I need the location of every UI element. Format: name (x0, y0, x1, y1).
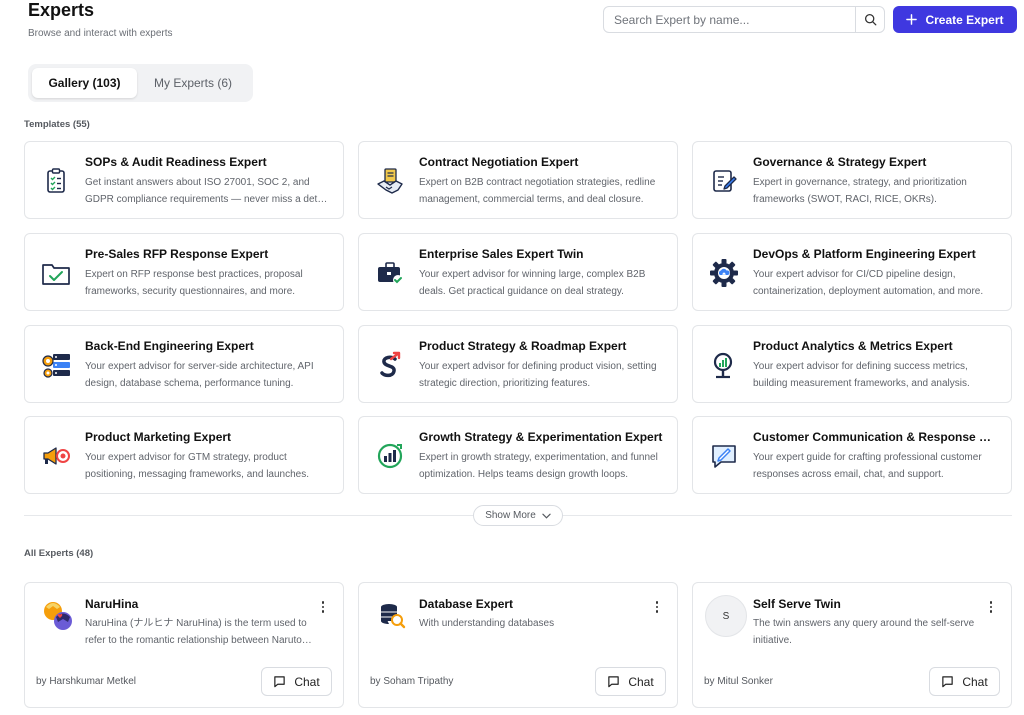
template-description: Your expert advisor for server-side arch… (85, 361, 314, 389)
expert-description: NaruHina (ナルヒナ NaruHina) is the term use… (85, 618, 307, 646)
template-title: SOPs & Audit Readiness Expert (85, 155, 267, 169)
template-description: Your expert advisor for winning large, c… (419, 269, 646, 297)
template-card-customer-communication[interactable]: Customer Communication & Response Expert… (692, 416, 1012, 494)
template-title: Growth Strategy & Experimentation Expert (419, 430, 663, 444)
growth-chart-icon (373, 439, 407, 473)
chat-bubble-icon (942, 676, 954, 688)
page-title: Experts (28, 0, 95, 20)
template-card-governance-strategy[interactable]: Governance & Strategy Expert Expert in g… (692, 141, 1012, 219)
create-expert-label: Create Expert (925, 12, 1004, 27)
expert-card-self-serve-twin[interactable]: S Self Serve Twin The twin answers any q… (692, 582, 1012, 708)
more-options-icon[interactable] (653, 599, 661, 615)
expert-card-naruhina[interactable]: NaruHina NaruHina (ナルヒナ NaruHina) is the… (24, 582, 344, 708)
naruhina-avatar-icon (37, 595, 79, 637)
expert-author: by Harshkumar Metkel (36, 676, 137, 687)
expert-author: by Soham Tripathy (370, 676, 454, 687)
template-description: Get instant answers about ISO 27001, SOC… (85, 177, 328, 205)
folder-check-icon (39, 256, 73, 290)
chat-bubble-icon (274, 676, 286, 688)
more-options-icon[interactable] (987, 599, 995, 615)
expert-author: by Mitul Sonker (704, 676, 773, 687)
expert-title: Self Serve Twin (753, 597, 841, 611)
chat-bubble-icon (608, 676, 620, 688)
analytics-magnifier-icon (707, 348, 741, 382)
page-header: Experts Browse and interact with experts (28, 0, 173, 39)
plus-icon (906, 14, 918, 25)
search-icon (864, 13, 876, 26)
briefcase-check-icon (373, 256, 407, 290)
template-title: Product Strategy & Roadmap Expert (419, 339, 627, 353)
chat-button[interactable]: Chat (595, 667, 666, 696)
template-title: Product Analytics & Metrics Expert (753, 339, 953, 353)
chat-pencil-icon (707, 439, 741, 473)
show-more-button[interactable]: Show More (473, 505, 563, 526)
megaphone-target-icon (39, 439, 73, 473)
chat-button[interactable]: Chat (261, 667, 332, 696)
template-description: Expert in governance, strategy, and prio… (753, 177, 967, 205)
chat-button-label: Chat (962, 674, 988, 689)
more-options-icon[interactable] (319, 599, 327, 615)
template-card-contract-negotiation[interactable]: Contract Negotiation Expert Expert on B2… (358, 141, 678, 219)
template-description: Your expert advisor for defining success… (753, 361, 970, 389)
search-input[interactable] (604, 12, 855, 27)
handshake-contract-icon (373, 164, 407, 198)
template-description: Your expert advisor for defining product… (419, 361, 657, 389)
tab-gallery[interactable]: Gallery (103) (32, 68, 137, 98)
expert-title: NaruHina (85, 597, 139, 611)
search-button[interactable] (856, 7, 884, 32)
server-gear-icon (39, 348, 73, 382)
cloud-gear-icon (707, 256, 741, 290)
show-more-label: Show More (485, 510, 536, 521)
chat-button-label: Chat (628, 674, 654, 689)
template-title: Product Marketing Expert (85, 430, 232, 444)
template-description: Your expert advisor for CI/CD pipeline d… (753, 269, 984, 297)
template-card-product-strategy[interactable]: Product Strategy & Roadmap Expert Your e… (358, 325, 678, 403)
templates-section-label: Templates (55) (24, 119, 90, 130)
template-title: Contract Negotiation Expert (419, 155, 579, 169)
template-card-devops-platform[interactable]: DevOps & Platform Engineering Expert You… (692, 233, 1012, 311)
expert-description: With understanding databases (419, 618, 555, 629)
search-box (603, 6, 885, 33)
template-description: Expert on B2B contract negotiation strat… (419, 177, 656, 205)
template-title: Enterprise Sales Expert Twin (419, 247, 584, 261)
template-title: Back-End Engineering Expert (85, 339, 254, 353)
template-card-sops-audit[interactable]: SOPs & Audit Readiness Expert Get instan… (24, 141, 344, 219)
expert-description: The twin answers any query around the se… (753, 618, 975, 646)
template-title: Customer Communication & Response Expert (753, 430, 999, 444)
strategy-arrow-icon (373, 348, 407, 382)
page-subtitle: Browse and interact with experts (28, 28, 173, 39)
database-search-icon (371, 595, 413, 637)
all-experts-section-label: All Experts (48) (24, 548, 94, 559)
tab-bar: Gallery (103) My Experts (6) (28, 64, 253, 102)
template-title: Governance & Strategy Expert (753, 155, 927, 169)
template-title: DevOps & Platform Engineering Expert (753, 247, 976, 261)
chevron-down-icon (542, 513, 551, 519)
chat-button[interactable]: Chat (929, 667, 1000, 696)
template-card-product-marketing[interactable]: Product Marketing Expert Your expert adv… (24, 416, 344, 494)
template-description: Your expert advisor for GTM strategy, pr… (85, 452, 310, 480)
template-description: Expert in growth strategy, experimentati… (419, 452, 658, 480)
initial-avatar-icon: S (705, 595, 747, 637)
create-expert-button[interactable]: Create Expert (893, 6, 1017, 33)
template-card-presales-rfp[interactable]: Pre-Sales RFP Response Expert Expert on … (24, 233, 344, 311)
expert-title: Database Expert (419, 597, 514, 611)
tab-my-experts[interactable]: My Experts (6) (137, 68, 249, 98)
template-description: Expert on RFP response best practices, p… (85, 269, 303, 297)
chat-button-label: Chat (294, 674, 320, 689)
checklist-icon (39, 164, 73, 198)
avatar-initial: S (705, 595, 747, 637)
expert-card-database[interactable]: Database Expert With understanding datab… (358, 582, 678, 708)
template-card-product-analytics[interactable]: Product Analytics & Metrics Expert Your … (692, 325, 1012, 403)
template-card-growth-strategy[interactable]: Growth Strategy & Experimentation Expert… (358, 416, 678, 494)
template-title: Pre-Sales RFP Response Expert (85, 247, 269, 261)
template-description: Your expert guide for crafting professio… (753, 452, 982, 480)
template-card-backend-engineering[interactable]: Back-End Engineering Expert Your expert … (24, 325, 344, 403)
edit-document-icon (707, 164, 741, 198)
template-card-enterprise-sales[interactable]: Enterprise Sales Expert Twin Your expert… (358, 233, 678, 311)
